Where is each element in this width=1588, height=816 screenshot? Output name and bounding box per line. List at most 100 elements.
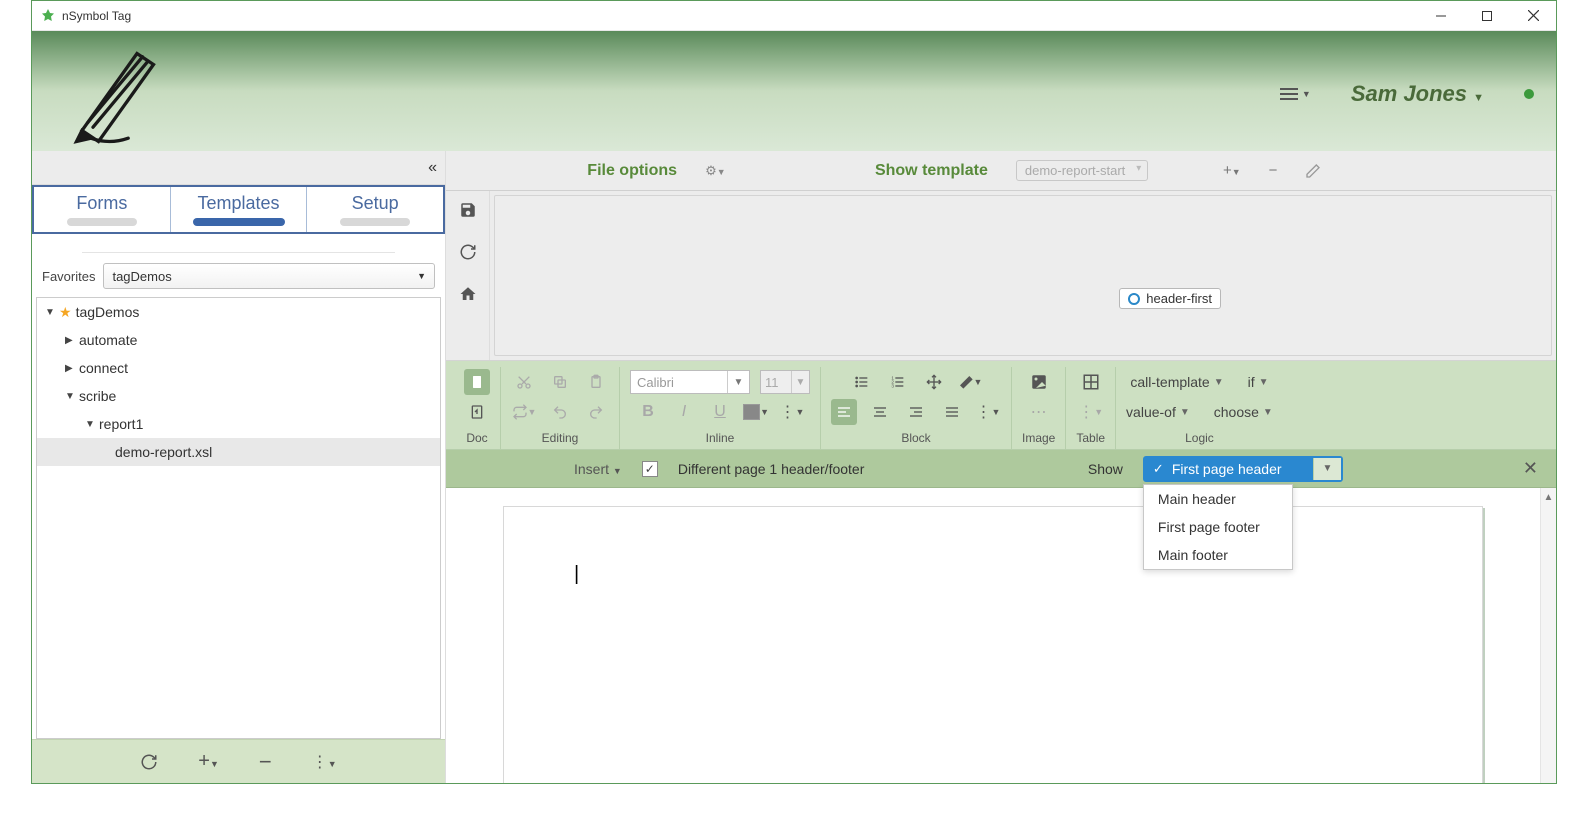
close-icon[interactable]: ✕ xyxy=(1523,458,1538,479)
group-label-editing: Editing xyxy=(542,431,579,445)
dd-item-main-footer[interactable]: Main footer xyxy=(1144,541,1292,569)
tab-setup[interactable]: Setup xyxy=(307,187,443,232)
file-options-button[interactable]: File options xyxy=(587,162,677,180)
group-label-logic: Logic xyxy=(1185,431,1214,445)
table-more-icon[interactable]: ⋮▼ xyxy=(1078,399,1104,425)
swap-icon[interactable]: ▼ xyxy=(511,399,537,425)
chevron-down-icon[interactable]: ▼ xyxy=(1313,458,1341,480)
pencil-logo-icon xyxy=(60,37,170,147)
save-icon[interactable] xyxy=(459,201,477,219)
maximize-button[interactable] xyxy=(1464,1,1510,31)
image-icon[interactable] xyxy=(1026,369,1052,395)
pen-icon[interactable]: ▼ xyxy=(957,369,983,395)
app-icon xyxy=(40,8,56,24)
window-title: nSymbol Tag xyxy=(62,9,1418,23)
show-select[interactable]: ✓First page header ▼ Main header First p… xyxy=(1143,456,1343,482)
header-band: ▼ Sam Jones ▼ xyxy=(32,31,1556,151)
paste-icon[interactable] xyxy=(583,369,609,395)
more-vert-icon[interactable]: ⋮▼ xyxy=(312,752,337,772)
minimize-button[interactable] xyxy=(1418,1,1464,31)
favorites-label: Favorites xyxy=(42,269,95,284)
move-icon[interactable] xyxy=(921,369,947,395)
doc-view-code-icon[interactable] xyxy=(464,399,490,425)
font-size-select[interactable]: 11▼ xyxy=(760,370,810,394)
doc-view-page-icon[interactable] xyxy=(464,369,490,395)
edit-pencil-icon[interactable] xyxy=(1305,163,1321,179)
sidebar: « Forms Templates Setup Favorites tagDem… xyxy=(32,151,446,783)
dd-item-first-footer[interactable]: First page footer xyxy=(1144,513,1292,541)
dd-item-main-header[interactable]: Main header xyxy=(1144,485,1292,513)
tree-item-connect[interactable]: ▶connect xyxy=(37,354,440,382)
diff-p1-checkbox[interactable]: ✓ xyxy=(642,461,658,477)
call-template-button[interactable]: call-template ▼ xyxy=(1130,374,1223,390)
tree-item-automate[interactable]: ▶automate xyxy=(37,326,440,354)
undo-icon[interactable] xyxy=(547,399,573,425)
titlebar: nSymbol Tag xyxy=(32,1,1556,31)
reload-icon[interactable] xyxy=(459,243,477,261)
tree-item-demo-report[interactable]: demo-report.xsl xyxy=(37,438,440,466)
bulleted-list-icon[interactable] xyxy=(849,369,875,395)
remove-icon[interactable]: − xyxy=(259,749,272,775)
show-dropdown-menu: Main header First page footer Main foote… xyxy=(1143,484,1293,570)
cut-icon[interactable] xyxy=(511,369,537,395)
scroll-up-icon[interactable]: ▲ xyxy=(1544,492,1554,503)
group-label-doc: Doc xyxy=(466,431,487,445)
refresh-icon[interactable] xyxy=(140,753,158,771)
tab-forms[interactable]: Forms xyxy=(34,187,171,232)
svg-text:3: 3 xyxy=(891,383,894,388)
hamburger-menu-icon[interactable]: ▼ xyxy=(1280,87,1311,101)
more-inline-icon[interactable]: ⋮▼ xyxy=(779,399,805,425)
main-toolbar: File options ⚙▼ Show template demo-repor… xyxy=(446,151,1556,191)
main-panel: File options ⚙▼ Show template demo-repor… xyxy=(446,151,1556,783)
diff-p1-label: Different page 1 header/footer xyxy=(678,461,865,477)
vertical-scrollbar[interactable]: ▲ xyxy=(1540,488,1556,783)
close-button[interactable] xyxy=(1510,1,1556,31)
status-dot-icon xyxy=(1524,89,1534,99)
align-center-icon[interactable] xyxy=(867,399,893,425)
element-chip[interactable]: header-first xyxy=(1119,288,1221,309)
tree-item-report1[interactable]: ▼report1 xyxy=(37,410,440,438)
add-icon[interactable]: +▼ xyxy=(198,750,219,773)
group-label-block: Block xyxy=(901,431,930,445)
align-left-icon[interactable] xyxy=(831,399,857,425)
if-button[interactable]: if ▼ xyxy=(1248,374,1269,390)
insert-button[interactable]: Insert ▼ xyxy=(574,461,622,477)
choose-button[interactable]: choose ▼ xyxy=(1214,404,1273,420)
underline-icon[interactable]: U xyxy=(707,399,733,425)
add-button[interactable]: +▼ xyxy=(1223,162,1241,179)
align-right-icon[interactable] xyxy=(903,399,929,425)
bold-icon[interactable]: B xyxy=(635,399,661,425)
tab-templates[interactable]: Templates xyxy=(171,187,308,232)
ribbon: Doc ▼ Editing xyxy=(446,361,1556,450)
tree-item-scribe[interactable]: ▼scribe xyxy=(37,382,440,410)
font-name-select[interactable]: Calibri▼ xyxy=(630,370,750,394)
table-icon[interactable] xyxy=(1078,369,1104,395)
group-label-image: Image xyxy=(1022,431,1055,445)
value-of-button[interactable]: value-of ▼ xyxy=(1126,404,1190,420)
canvas-header-area: header-first xyxy=(446,191,1556,361)
user-name[interactable]: Sam Jones ▼ xyxy=(1351,81,1484,107)
numbered-list-icon[interactable]: 123 xyxy=(885,369,911,395)
font-color-icon[interactable]: ▼ xyxy=(743,399,769,425)
sidebar-tabs: Forms Templates Setup xyxy=(32,185,445,234)
favorites-select[interactable]: tagDemos▼ xyxy=(103,263,435,289)
show-label: Show xyxy=(1088,461,1123,477)
show-template-button[interactable]: Show template xyxy=(875,162,988,180)
italic-icon[interactable]: I xyxy=(671,399,697,425)
more-block-icon[interactable]: ⋮▼ xyxy=(975,399,1001,425)
template-select[interactable]: demo-report-start xyxy=(1016,160,1148,181)
home-icon[interactable] xyxy=(459,285,477,303)
text-cursor: | xyxy=(574,563,579,586)
sub-toolbar: Insert ▼ ✓ Different page 1 header/foote… xyxy=(446,450,1556,488)
copy-icon[interactable] xyxy=(547,369,573,395)
align-justify-icon[interactable] xyxy=(939,399,965,425)
redo-icon[interactable] xyxy=(583,399,609,425)
tree-root[interactable]: ▼★tagDemos xyxy=(37,298,440,326)
remove-button[interactable]: − xyxy=(1269,162,1278,179)
gear-icon[interactable]: ⚙▼ xyxy=(705,163,726,179)
collapse-sidebar-icon[interactable]: « xyxy=(428,159,437,177)
document-area: | ▲ xyxy=(446,488,1556,783)
file-tree: ▼★tagDemos ▶automate ▶connect ▼scribe ▼r… xyxy=(36,297,441,739)
image-more-icon[interactable]: ⋯ xyxy=(1026,399,1052,425)
page-canvas[interactable]: | xyxy=(503,506,1483,783)
